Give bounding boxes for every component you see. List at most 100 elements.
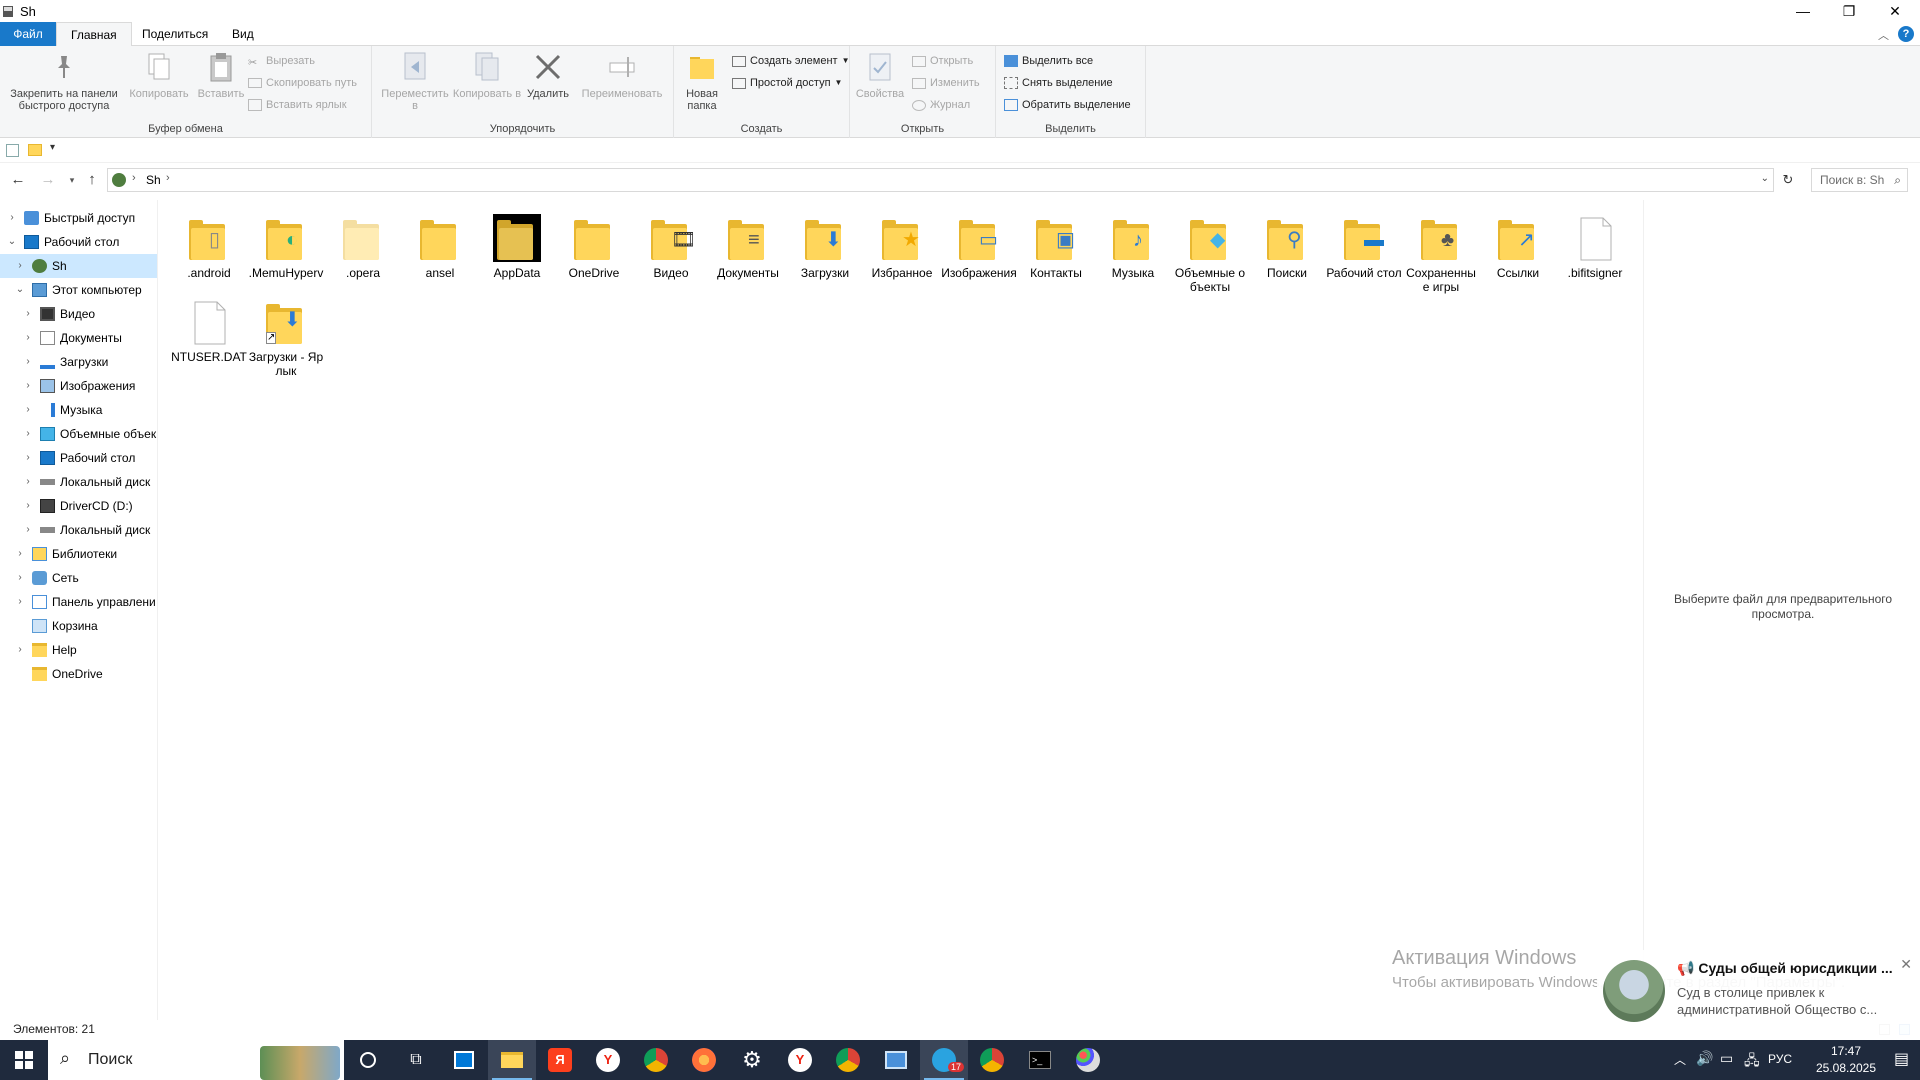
edit-button[interactable]: Изменить	[912, 74, 980, 92]
nav-item[interactable]: ⌄ Этот компьютер	[0, 278, 157, 302]
chevron-right-icon[interactable]: ›	[14, 254, 26, 278]
properties-qat-icon[interactable]	[6, 144, 19, 157]
yandex-app[interactable]: Я	[536, 1040, 584, 1080]
minimize-button[interactable]: —	[1780, 0, 1826, 22]
chevron-right-icon[interactable]: ›	[22, 326, 34, 350]
action-center-icon[interactable]: ▤	[1894, 1049, 1909, 1069]
paint-app[interactable]	[1064, 1040, 1112, 1080]
delete-button[interactable]: Удалить	[524, 50, 572, 100]
new-item-button[interactable]: Создать элемент ▼	[732, 52, 849, 70]
copy-button[interactable]: Копировать	[126, 50, 192, 100]
tab-view[interactable]: Вид	[218, 22, 268, 46]
control-panel-app[interactable]	[872, 1040, 920, 1080]
nav-item[interactable]: › Библиотеки	[0, 542, 157, 566]
tab-file[interactable]: Файл	[0, 22, 56, 46]
paste-shortcut-button[interactable]: Вставить ярлык	[248, 96, 347, 114]
chrome-2-app[interactable]	[968, 1040, 1016, 1080]
folder-item[interactable]: ♣ Сохраненные игры	[1403, 206, 1479, 294]
recent-locations-button[interactable]: ▾	[62, 171, 82, 189]
paste-button[interactable]: Вставить	[194, 50, 248, 100]
invert-selection-button[interactable]: Обратить выделение	[1004, 96, 1131, 114]
chrome-app[interactable]	[632, 1040, 680, 1080]
chevron-right-icon[interactable]: ›	[22, 350, 34, 374]
telegram-app[interactable]: 17	[920, 1040, 968, 1080]
back-button[interactable]: ←	[8, 171, 28, 189]
new-folder-qat-icon[interactable]	[28, 144, 42, 156]
chevron-right-icon[interactable]: ›	[22, 422, 34, 446]
nav-item[interactable]: › Локальный диск	[0, 470, 157, 494]
folder-item[interactable]: ⬇ ↗ Загрузки - Ярлык	[248, 290, 324, 378]
file-item[interactable]: .bifitsigner	[1557, 206, 1633, 280]
folder-item[interactable]: 🎞 Видео	[633, 206, 709, 280]
folder-item[interactable]: ansel	[402, 206, 478, 280]
chevron-right-icon[interactable]: ›	[22, 518, 34, 542]
folder-item[interactable]: ▬ Рабочий стол	[1326, 206, 1402, 280]
folder-item[interactable]: ↗ Ссылки	[1480, 206, 1556, 280]
nav-item[interactable]: ⌄ Рабочий стол	[0, 230, 157, 254]
volume-icon[interactable]: 🔊	[1696, 1050, 1713, 1067]
restore-button[interactable]: ❐	[1826, 0, 1872, 22]
chevron-right-icon[interactable]: ›	[22, 374, 34, 398]
chevron-right-icon[interactable]: ›	[22, 302, 34, 326]
chevron-right-icon[interactable]: ›	[22, 398, 34, 422]
properties-button[interactable]: Свойства	[854, 50, 906, 100]
chevron-down-icon[interactable]: ⌄	[14, 278, 26, 302]
folder-item[interactable]: AppData	[479, 206, 555, 280]
chevron-right-icon[interactable]: ›	[22, 494, 34, 518]
pin-quick-access-button[interactable]: Закрепить на панели быстрого доступа	[4, 50, 124, 112]
nav-item[interactable]: › Видео	[0, 302, 157, 326]
taskbar-search[interactable]: ⌕ Поиск	[48, 1040, 344, 1080]
clock-time[interactable]: 17:47	[1818, 1044, 1874, 1058]
folder-item[interactable]: ▯ .android	[171, 206, 247, 280]
battery-icon[interactable]: ▭	[1720, 1050, 1733, 1067]
breadcrumb-sh[interactable]: Sh	[146, 173, 161, 187]
firefox-app[interactable]	[680, 1040, 728, 1080]
nav-item[interactable]: › Сеть	[0, 566, 157, 590]
close-button[interactable]: ✕	[1872, 0, 1918, 22]
easy-access-button[interactable]: Простой доступ ▼	[732, 74, 842, 92]
yandex-browser-2-app[interactable]: Y	[776, 1040, 824, 1080]
customize-qat-icon[interactable]: ▾	[50, 142, 55, 153]
folder-item[interactable]: .opera	[325, 206, 401, 280]
file-item[interactable]: NTUSER.DAT	[171, 290, 247, 364]
tab-home[interactable]: Главная	[56, 22, 132, 47]
chevron-right-icon[interactable]: ›	[6, 206, 18, 230]
notification-close-button[interactable]: ✕	[1900, 956, 1912, 973]
rename-button[interactable]: Переименовать	[574, 50, 670, 100]
nav-item[interactable]: › Help	[0, 638, 157, 662]
nav-item[interactable]: › DriverCD (D:)	[0, 494, 157, 518]
task-view-button[interactable]: ⧉	[392, 1040, 440, 1080]
copy-path-button[interactable]: Скопировать путь	[248, 74, 357, 92]
nav-item[interactable]: › Музыка	[0, 398, 157, 422]
forward-button[interactable]: →	[38, 171, 58, 189]
cortana-button[interactable]	[344, 1040, 392, 1080]
language-indicator[interactable]: РУС	[1768, 1052, 1792, 1066]
chevron-right-icon[interactable]: ›	[22, 446, 34, 470]
collapse-ribbon-icon[interactable]: ︿	[1878, 27, 1889, 43]
new-folder-button[interactable]: Новая папка	[678, 50, 726, 112]
chevron-right-icon[interactable]: ›	[14, 566, 26, 590]
nav-item[interactable]: Корзина	[0, 614, 157, 638]
nav-item[interactable]: › Загрузки	[0, 350, 157, 374]
move-to-button[interactable]: Переместить в	[380, 50, 450, 112]
open-button[interactable]: Открыть	[912, 52, 973, 70]
store-app[interactable]	[440, 1040, 488, 1080]
address-bar[interactable]: › Sh › ⌄	[107, 168, 1774, 192]
nav-item[interactable]: › Локальный диск	[0, 518, 157, 542]
chevron-right-icon[interactable]: ›	[14, 638, 26, 662]
network-icon[interactable]: 🖧	[1744, 1050, 1760, 1074]
nav-item[interactable]: › Документы	[0, 326, 157, 350]
yandex-browser-app[interactable]: Y	[584, 1040, 632, 1080]
chevron-right-icon[interactable]: ›	[14, 542, 26, 566]
notification-toast[interactable]: 📢 Суды общей юрисдикции ... Суд в столиц…	[1597, 950, 1920, 1040]
folder-item[interactable]: ⬇ Загрузки	[787, 206, 863, 280]
select-all-button[interactable]: Выделить все	[1004, 52, 1093, 70]
explorer-app[interactable]	[488, 1040, 536, 1080]
chrome-profile-app[interactable]	[824, 1040, 872, 1080]
folder-item[interactable]: OneDrive	[556, 206, 632, 280]
up-button[interactable]: ↑	[82, 171, 102, 189]
folder-item[interactable]: ▭ Изображения	[941, 206, 1017, 280]
cut-button[interactable]: ✂ Вырезать	[248, 52, 315, 70]
select-none-button[interactable]: Снять выделение	[1004, 74, 1113, 92]
tab-share[interactable]: Поделиться	[128, 22, 222, 46]
